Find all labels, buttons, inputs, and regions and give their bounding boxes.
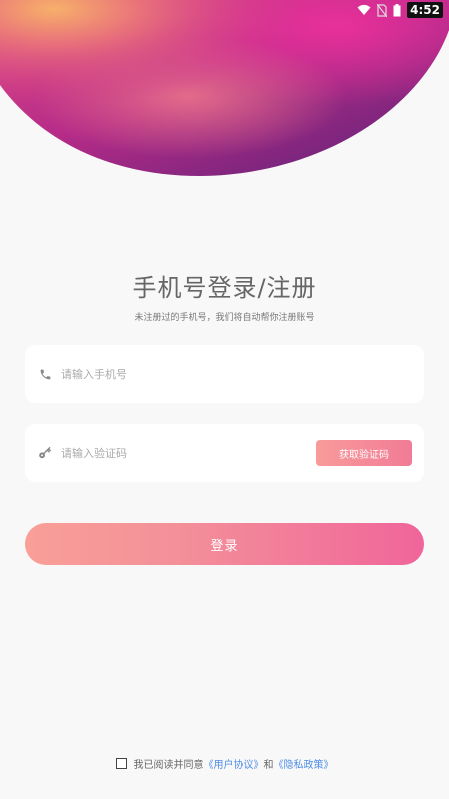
agreement-conjunction: 和 [263,760,274,771]
status-time: 4:52 [407,2,443,18]
page-subtitle: 未注册过的手机号，我们将自动帮你注册账号 [134,313,315,323]
user-agreement-link[interactable]: 《用户协议》 [204,756,264,771]
code-input-card: 获取验证码 [25,424,424,482]
status-bar: 4:52 [357,0,449,20]
key-icon [37,445,53,461]
code-input[interactable] [61,438,316,468]
login-button[interactable]: 登录 [25,523,424,565]
page-title: 手机号登录/注册 [132,274,317,302]
no-sim-icon [377,3,388,17]
wifi-icon [357,4,371,16]
phone-input-card [25,345,424,403]
agreement-prefix: 我已阅读并同意 [133,760,204,771]
phone-input[interactable] [61,359,424,389]
header-decoration [0,0,449,200]
get-code-button[interactable]: 获取验证码 [316,440,412,466]
agreement-row: 我已阅读并同意 《用户协议》 和 《隐私政策》 [0,756,449,771]
battery-icon [393,3,401,17]
agree-checkbox[interactable] [115,758,127,769]
phone-icon [37,366,53,382]
privacy-policy-link[interactable]: 《隐私政策》 [274,756,334,771]
